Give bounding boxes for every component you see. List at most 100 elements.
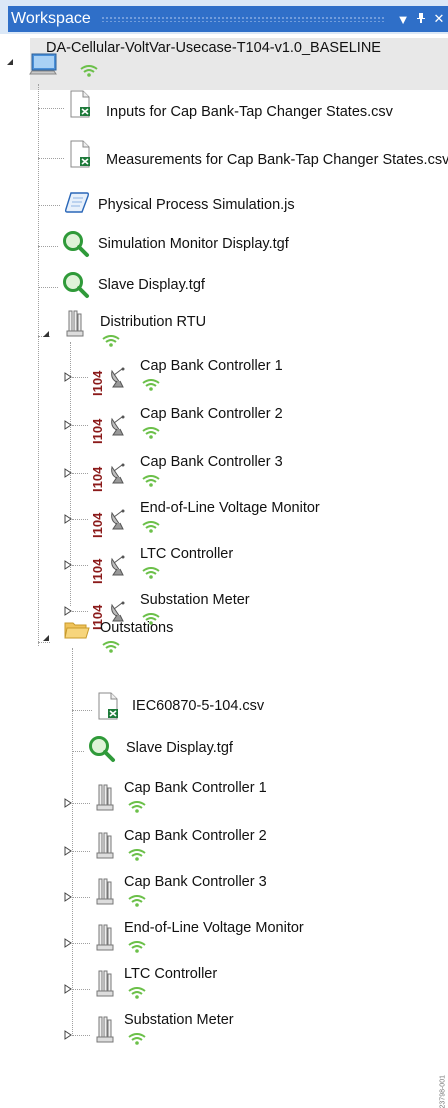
close-icon[interactable]: ✕ [430,11,448,27]
signal-icon [128,940,146,953]
csv-file-icon [96,692,120,725]
tree-connector [72,989,90,990]
file-item-label[interactable]: Inputs for Cap Bank-Tap Changer States.c… [106,104,393,120]
rtu-device-icon [96,1016,114,1049]
signal-icon [142,566,160,579]
rtu-device-icon [96,878,114,911]
folder-icon [64,620,90,645]
collapsed-arrow-icon[interactable] [64,892,72,904]
collapsed-arrow-icon[interactable] [64,984,72,996]
protocol-tag: I104 [90,512,105,538]
signal-icon [128,800,146,813]
tree-connector [72,611,88,612]
root-node-label[interactable]: DA-Cellular-VoltVar-Usecase-T104-v1.0_BA… [46,40,381,56]
collapsed-arrow-icon[interactable] [64,468,72,480]
signal-icon [102,334,120,347]
signal-icon [128,986,146,999]
signal-icon [142,426,160,439]
tree-connector [72,473,88,474]
tree-connector [72,1035,90,1036]
outstation-child-label[interactable]: Cap Bank Controller 2 [124,828,267,844]
outstations-node-label[interactable]: Outstations [100,620,173,636]
tree-connector [72,851,90,852]
rtu-child-label[interactable]: Substation Meter [140,592,250,608]
tree-connector [72,519,88,520]
outstation-file-label[interactable]: IEC60870-5-104.csv [132,698,264,714]
rtu-child-label[interactable]: LTC Controller [140,546,233,562]
signal-icon [80,64,98,77]
expanded-arrow-icon[interactable] [6,58,14,68]
signal-icon [142,378,160,391]
file-item-label[interactable]: Slave Display.tgf [98,277,205,293]
tree-connector [38,205,60,206]
expanded-arrow-icon[interactable] [42,330,50,340]
expanded-arrow-icon[interactable] [42,634,50,644]
rtu-child-label[interactable]: Cap Bank Controller 3 [140,454,283,470]
tree-connector [72,565,88,566]
tree-connector [38,287,58,288]
tree-connector [72,377,88,378]
signal-icon [102,640,120,653]
tree-connector [38,158,64,159]
collapsed-arrow-icon[interactable] [64,846,72,858]
antenna-icon [108,508,130,535]
rtu-node-label[interactable]: Distribution RTU [100,314,206,330]
tree-connector [38,246,58,247]
workspace-tree: DA-Cellular-VoltVar-Usecase-T104-v1.0_BA… [0,34,448,1081]
protocol-tag: I104 [90,558,105,584]
outstation-child-label[interactable]: End-of-Line Voltage Monitor [124,920,304,936]
signal-icon [128,1032,146,1045]
file-item-label[interactable]: Measurements for Cap Bank-Tap Changer St… [106,152,448,168]
rtu-child-label[interactable]: Cap Bank Controller 1 [140,358,283,374]
tree-connector [72,803,90,804]
file-item-label[interactable]: Simulation Monitor Display.tgf [98,236,289,252]
outstation-file-label[interactable]: Slave Display.tgf [126,740,233,756]
collapsed-arrow-icon[interactable] [64,1030,72,1042]
antenna-icon [108,414,130,441]
panel-header: Workspace ▼ ✕ [0,0,448,34]
protocol-tag: I104 [90,466,105,492]
display-file-icon [62,230,90,263]
rtu-device-icon [96,924,114,957]
rtu-child-label[interactable]: End-of-Line Voltage Monitor [140,500,320,516]
collapsed-arrow-icon[interactable] [64,560,72,572]
outstation-child-label[interactable]: Cap Bank Controller 1 [124,780,267,796]
drag-grip[interactable] [100,16,386,22]
collapsed-arrow-icon[interactable] [64,514,72,526]
panel-title: Workspace [11,10,91,27]
display-file-icon [88,735,116,768]
outstation-child-label[interactable]: LTC Controller [124,966,217,982]
workspace-computer-icon [28,52,58,83]
collapsed-arrow-icon[interactable] [64,372,72,384]
collapsed-arrow-icon[interactable] [64,938,72,950]
csv-file-icon [68,90,92,123]
csv-file-icon [68,140,92,173]
dropdown-icon[interactable]: ▼ [394,12,412,27]
antenna-icon [108,554,130,581]
file-item-label[interactable]: Physical Process Simulation.js [98,197,295,213]
tree-connector [72,751,84,752]
display-file-icon [62,271,90,304]
outstation-child-label[interactable]: Cap Bank Controller 3 [124,874,267,890]
rtu-device-icon [96,970,114,1003]
outstation-child-label[interactable]: Substation Meter [124,1012,234,1028]
tree-connector [38,84,39,646]
tree-connector [72,897,90,898]
antenna-icon [108,462,130,489]
collapsed-arrow-icon[interactable] [64,420,72,432]
figure-id: 23798-001 [439,1075,446,1108]
collapsed-arrow-icon[interactable] [64,606,72,618]
tree-connector [72,943,90,944]
signal-icon [128,894,146,907]
tree-connector [38,108,64,109]
collapsed-arrow-icon[interactable] [64,798,72,810]
tree-connector [72,710,92,711]
protocol-tag: I104 [90,370,105,396]
signal-icon [142,520,160,533]
signal-icon [128,848,146,861]
panel-title-bar: Workspace ▼ ✕ [8,6,448,32]
antenna-icon [108,366,130,393]
pin-icon[interactable] [412,12,430,27]
rtu-device-icon [66,310,84,343]
rtu-child-label[interactable]: Cap Bank Controller 2 [140,406,283,422]
